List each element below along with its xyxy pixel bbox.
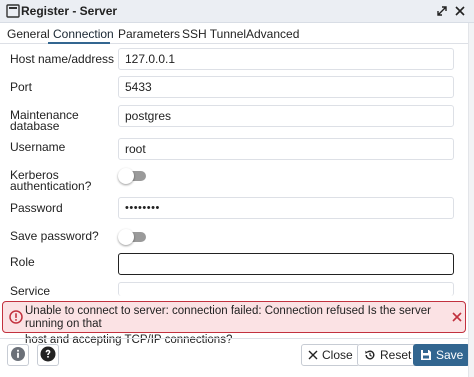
save-password-toggle-knob [118, 229, 134, 245]
dialog-tabs: General Connection Parameters SSH Tunnel… [0, 23, 474, 44]
save-button-label: Save [436, 348, 464, 362]
password-input[interactable]: •••••••• [118, 197, 454, 219]
dialog-title: Register - Server [21, 4, 118, 18]
kerberos-label-line2: authentication? [10, 179, 92, 193]
maintenance-db-input[interactable]: postgres [118, 105, 454, 127]
username-input[interactable]: root [118, 138, 454, 160]
host-value: 127.0.0.1 [125, 52, 176, 66]
maintenance-db-value: postgres [125, 109, 172, 123]
tab-connection[interactable]: Connection [53, 27, 114, 41]
port-label: Port [10, 80, 33, 94]
save-password-label: Save password? [10, 229, 99, 243]
floppy-disk-icon [420, 349, 432, 361]
password-label: Password [10, 201, 63, 215]
port-input[interactable]: 5433 [118, 76, 454, 98]
role-label: Role [10, 255, 35, 269]
tab-advanced[interactable]: Advanced [246, 27, 299, 41]
dialog-titlebar[interactable]: Register - Server [0, 0, 474, 23]
host-label: Host name/address [10, 52, 115, 66]
kerberos-toggle[interactable] [118, 168, 146, 184]
close-icon[interactable] [452, 3, 468, 19]
window-edge [468, 23, 474, 377]
error-message-line1: Unable to connect to server: connection … [25, 305, 431, 330]
help-icon [40, 346, 56, 365]
close-button-label: Close [322, 348, 353, 362]
active-tab-indicator [48, 42, 110, 44]
service-label: Service [10, 284, 51, 298]
password-value: •••••••• [125, 202, 160, 214]
close-x-icon [308, 350, 318, 360]
info-icon [10, 346, 26, 365]
close-button[interactable]: Close [301, 344, 360, 366]
username-label: Username [10, 140, 66, 154]
username-value: root [125, 142, 146, 156]
server-icon [6, 4, 20, 18]
maintenance-db-label-line2: database [10, 119, 60, 133]
reset-button[interactable]: Reset [357, 344, 419, 366]
info-button[interactable] [7, 344, 29, 366]
register-server-dialog: Register - Server General Connection Par… [0, 0, 474, 377]
service-input[interactable] [118, 282, 454, 296]
dialog-footer: Close Reset Save [0, 338, 474, 377]
error-banner: Unable to connect to server: connection … [2, 301, 466, 346]
tab-parameters[interactable]: Parameters [118, 27, 180, 41]
reset-button-label: Reset [380, 348, 412, 362]
host-input[interactable]: 127.0.0.1 [118, 48, 454, 70]
save-password-toggle[interactable] [118, 229, 146, 245]
maximize-icon[interactable] [434, 3, 450, 19]
port-value: 5433 [125, 80, 152, 94]
kerberos-toggle-knob [118, 168, 134, 184]
tab-ssh-tunnel[interactable]: SSH Tunnel [182, 27, 246, 41]
role-input[interactable] [118, 253, 454, 275]
dismiss-error-icon[interactable] [451, 311, 463, 323]
tab-general[interactable]: General [7, 27, 50, 41]
save-button[interactable]: Save [413, 344, 471, 366]
reset-icon [364, 349, 376, 361]
error-circle-icon [9, 310, 23, 324]
help-button[interactable] [37, 344, 59, 366]
